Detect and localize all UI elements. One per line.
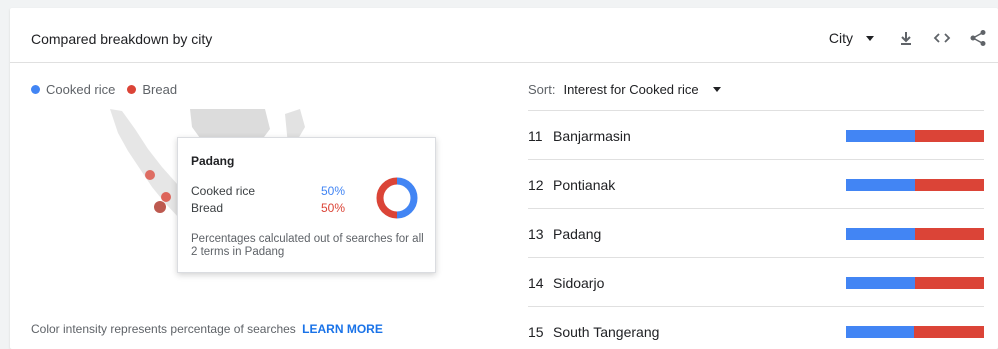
tooltip-term-value: 50% (321, 184, 346, 198)
tooltip-title: Padang (191, 154, 235, 168)
ranking-row[interactable]: 11 Banjarmasin (528, 110, 984, 159)
map-pane: Cooked rice Bread Padang Cooked rice 50%… (10, 64, 509, 349)
legend-swatch (31, 85, 40, 94)
sort-label: Sort: (528, 82, 556, 97)
dropdown-arrow-icon (712, 87, 721, 92)
comparison-bar (846, 326, 984, 338)
city-name: Banjarmasin (553, 128, 631, 144)
legend-item-cooked-rice: Cooked rice (31, 82, 115, 97)
ranking-row[interactable]: 12 Pontianak (528, 159, 984, 208)
city-marker (154, 201, 166, 213)
comparison-bar (846, 228, 984, 240)
comparison-bar (846, 130, 984, 142)
card-header: Compared breakdown by city City (10, 8, 998, 63)
learn-more-link[interactable]: LEARN MORE (302, 322, 383, 336)
legend-label: Cooked rice (46, 82, 116, 97)
share-icon[interactable] (966, 26, 990, 50)
city-marker (145, 170, 155, 180)
resolution-select-label: City (828, 30, 853, 46)
bar-segment-bread (915, 228, 984, 240)
download-icon[interactable] (894, 26, 918, 50)
legend-swatch (127, 85, 137, 94)
map-tooltip: Padang Cooked rice 50% Bread 50% Percent… (177, 137, 436, 273)
legend-label: Bread (142, 82, 178, 97)
dropdown-arrow-icon (866, 35, 874, 41)
footnote-text: Color intensity represents percentage of… (31, 322, 296, 336)
header-tools: City (829, 26, 990, 50)
tooltip-donut-chart (376, 177, 418, 219)
tooltip-term-value: 50% (321, 201, 346, 215)
breakdown-card: Compared breakdown by city City Cooked r… (10, 8, 998, 349)
tooltip-term-label: Bread (191, 201, 224, 215)
comparison-bar (846, 277, 984, 289)
bar-segment-cooked-rice (846, 130, 915, 142)
tooltip-note: Percentages calculated out of searches f… (191, 233, 424, 258)
rank-number: 13 (528, 226, 544, 242)
rank-number: 11 (528, 128, 543, 144)
donut-segment-bread (376, 177, 398, 219)
legend: Cooked rice Bread (31, 82, 189, 97)
city-name: South Tangerang (553, 324, 660, 340)
bar-segment-cooked-rice (846, 277, 915, 289)
rank-number: 15 (528, 324, 544, 340)
city-name: Sidoarjo (553, 275, 605, 291)
city-marker (161, 192, 171, 202)
ranking-row[interactable]: 15 South Tangerang (528, 306, 984, 349)
sort-select[interactable]: Sort: Interest for Cooked rice (528, 82, 721, 97)
ranking-pane: Sort: Interest for Cooked rice 11 Banjar… (509, 64, 998, 349)
comparison-bar (846, 179, 984, 191)
bar-segment-bread (915, 277, 984, 289)
map-footnote: Color intensity represents percentage of… (31, 322, 383, 336)
bar-segment-cooked-rice (846, 326, 914, 338)
city-name: Padang (553, 226, 602, 242)
card-title: Compared breakdown by city (31, 31, 213, 47)
ranking-row[interactable]: 14 Sidoarjo (528, 257, 984, 306)
city-name: Pontianak (553, 177, 616, 193)
bar-segment-bread (915, 179, 984, 191)
resolution-select[interactable]: City (829, 30, 874, 46)
tooltip-term-label: Cooked rice (191, 184, 256, 198)
donut-segment-cooked-rice (396, 177, 418, 219)
bar-segment-cooked-rice (846, 228, 915, 240)
ranking-list: 11 Banjarmasin 12 Pontianak 13 Padang 14… (528, 110, 984, 349)
rank-number: 14 (528, 275, 544, 291)
bar-segment-cooked-rice (846, 179, 915, 191)
bar-segment-bread (913, 326, 984, 338)
legend-item-bread: Bread (127, 82, 177, 97)
sort-value: Interest for Cooked rice (563, 82, 699, 97)
embed-code-icon[interactable] (930, 26, 954, 50)
bar-segment-bread (915, 130, 984, 142)
ranking-row[interactable]: 13 Padang (528, 208, 984, 257)
rank-number: 12 (528, 177, 544, 193)
